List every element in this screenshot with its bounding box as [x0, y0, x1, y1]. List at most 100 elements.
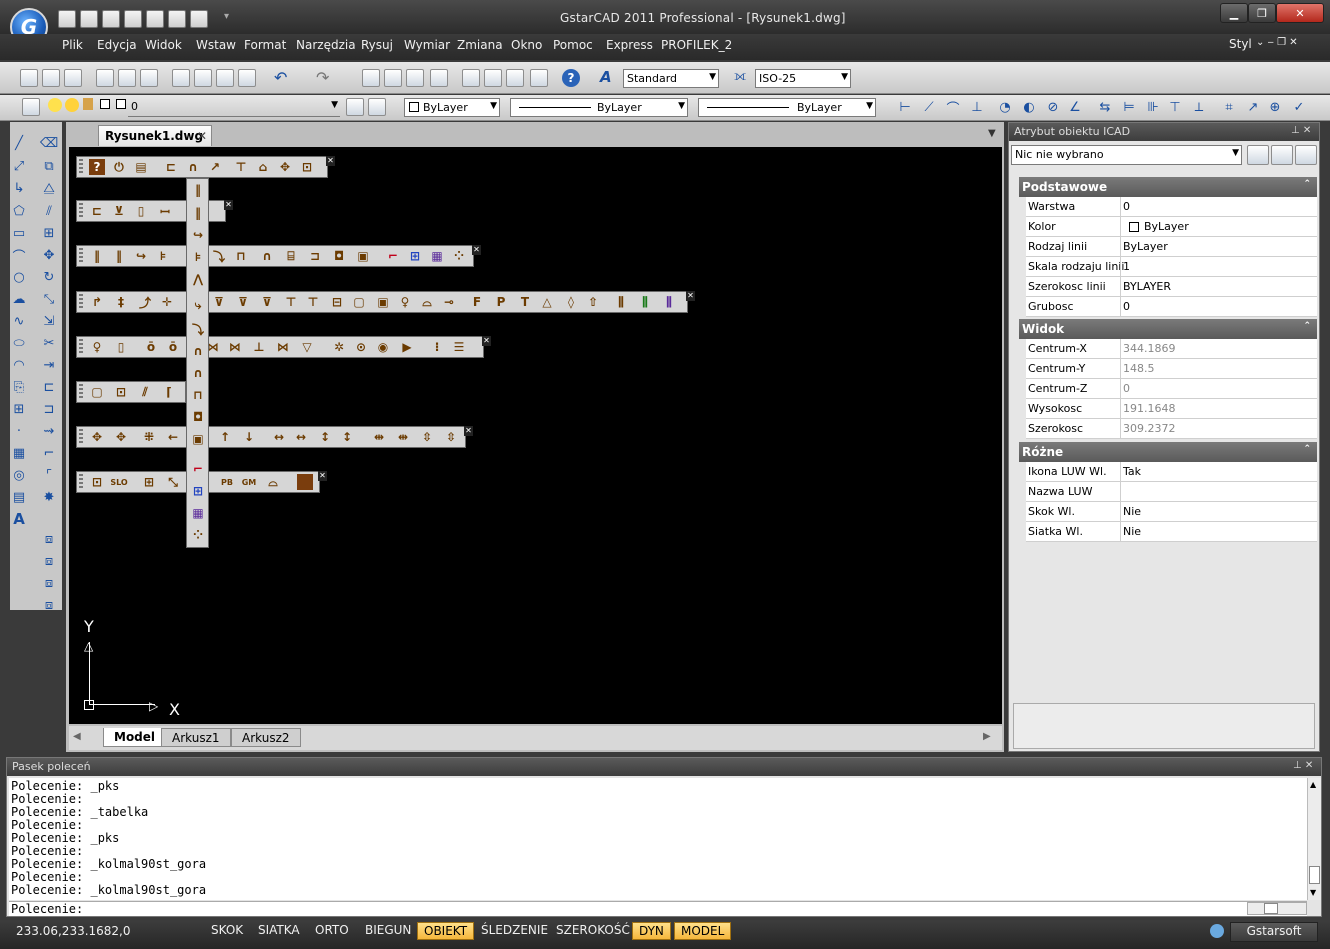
prop-row[interactable]: Grubosc 0: [1026, 297, 1317, 317]
grid-fitting-icon[interactable]: ▦: [190, 505, 206, 521]
nozzle-icon[interactable]: ⊸: [441, 294, 457, 310]
spline-icon[interactable]: ∿: [10, 312, 28, 330]
er-icon[interactable]: ◉: [375, 339, 391, 355]
branch-icon[interactable]: ⊧: [155, 248, 171, 264]
style-label[interactable]: Styl: [1229, 37, 1252, 51]
close-window-button[interactable]: ✕: [1276, 3, 1324, 23]
collapse-icon[interactable]: ⌃: [1303, 444, 1311, 454]
prop-row[interactable]: Siatka Wl. Nie: [1026, 522, 1317, 542]
menu-format[interactable]: Format: [244, 38, 286, 52]
prop-row[interactable]: Centrum-Y 148.5: [1026, 359, 1317, 379]
dome-icon[interactable]: ⌓: [265, 474, 281, 490]
print-icon[interactable]: [124, 10, 142, 28]
dim-jogged-icon[interactable]: ◐: [1020, 98, 1038, 116]
valve-5-icon[interactable]: ⊤: [305, 294, 321, 310]
prop-row[interactable]: Szerokosc 309.2372: [1026, 419, 1317, 439]
align-2-icon[interactable]: ⇹: [395, 429, 411, 445]
scale-arrow-icon[interactable]: ⤡: [165, 474, 181, 490]
slo-icon[interactable]: SLO: [110, 474, 127, 490]
blue-fitting-icon[interactable]: ⊞: [407, 248, 423, 264]
valve-4-icon[interactable]: ⊤: [283, 294, 299, 310]
tag-icon[interactable]: ▯: [113, 339, 129, 355]
frame-icon[interactable]: ⊡: [89, 474, 105, 490]
quick-dim-icon[interactable]: ⇆: [1096, 98, 1114, 116]
leader-icon[interactable]: ↗: [1244, 98, 1262, 116]
zoom-realtime-icon[interactable]: [384, 69, 402, 87]
dim-angular-icon[interactable]: ∠: [1066, 98, 1084, 116]
menu-express[interactable]: Express: [606, 38, 653, 52]
prop-row[interactable]: Szerokosc linii BYLAYER: [1026, 277, 1317, 297]
stretch-h2-icon[interactable]: ↔: [293, 429, 309, 445]
scroll-down-icon[interactable]: ▼: [1310, 888, 1316, 897]
tab-rysunek1[interactable]: Rysunek1.dwg ✕: [98, 125, 212, 146]
dim-aligned-icon[interactable]: ⟋: [920, 98, 938, 116]
menu-plik[interactable]: Plik: [62, 38, 83, 52]
arrow-left-icon[interactable]: ←: [165, 429, 181, 445]
scroll-left-icon[interactable]: ◀: [73, 731, 81, 742]
draw-order-front-icon[interactable]: ⧈: [40, 530, 58, 548]
table-icon[interactable]: ▤: [10, 488, 28, 506]
multiline-text-icon[interactable]: A: [10, 510, 28, 528]
pipe-icon[interactable]: ▯: [133, 203, 149, 219]
prop-row[interactable]: Warstwa 0: [1026, 197, 1317, 217]
scale-icon[interactable]: ⤡: [40, 290, 58, 308]
dim-break-icon[interactable]: ⟂: [1190, 98, 1208, 116]
stretch-v2-icon[interactable]: ↕: [339, 429, 355, 445]
red-fitting-icon[interactable]: ⌐: [385, 248, 401, 264]
section-rozne[interactable]: Różne ⌃: [1019, 442, 1317, 462]
duct-icon[interactable]: ‖: [89, 248, 105, 264]
dim-space-icon[interactable]: ⊤: [1166, 98, 1184, 116]
gauge-needle-icon[interactable]: ⊙: [353, 339, 369, 355]
transition-icon[interactable]: ⋀: [190, 271, 206, 287]
diamond-icon[interactable]: ◊: [563, 294, 579, 310]
offset-icon[interactable]: ⫽: [40, 202, 58, 220]
inspect-icon[interactable]: ✓: [1290, 98, 1308, 116]
select-objects-icon[interactable]: [1295, 145, 1317, 165]
duct-double-icon[interactable]: ‖: [111, 248, 127, 264]
circle-icon[interactable]: ○: [10, 268, 28, 286]
toggle-biegun[interactable]: BIEGUN: [365, 923, 411, 937]
menu-okno[interactable]: Okno: [511, 38, 542, 52]
pan-icon[interactable]: [362, 69, 380, 87]
fillet-icon[interactable]: ⌐: [40, 444, 58, 462]
layer-manager-icon[interactable]: [22, 98, 40, 116]
takeoff-icon[interactable]: ⊓: [190, 387, 206, 403]
pipe-support-icon[interactable]: ‡: [113, 294, 129, 310]
floating-toolbar-4[interactable]: ↱ ‡ ⤴ ✛ ⊽ ⊽ ⊽ ⊤ ⊤ ⊟ ▢ ▣ ♀ ⌓ ⊸ F P T △ ◊ …: [76, 291, 695, 313]
tank-icon[interactable]: ▢: [89, 384, 105, 400]
hatch-lines-icon[interactable]: ⫽: [137, 384, 153, 400]
prop-row[interactable]: Centrum-X 344.1869: [1026, 339, 1317, 359]
frame-icon[interactable]: ⊡: [299, 159, 315, 175]
close-icon[interactable]: ✕: [318, 471, 327, 481]
layer-on-icon[interactable]: [48, 98, 62, 112]
polygon-icon[interactable]: ⬠: [10, 202, 28, 220]
toggle-skok[interactable]: SKOK: [211, 923, 243, 937]
dim-radius-icon[interactable]: ◔: [996, 98, 1014, 116]
zoom-window-icon[interactable]: [406, 69, 424, 87]
floating-toolbar-3[interactable]: ‖ ‖ ↪ ⊧ ⤷ ⤵ ⊓ ∩ ⌸ ⊐ ◘ ▣ ⌐ ⊞ ▦ ⁘ ✕: [76, 245, 481, 267]
pb-icon[interactable]: PB: [219, 474, 235, 490]
tee-icon[interactable]: ⊤: [233, 159, 249, 175]
menu-wstaw[interactable]: Wstaw: [196, 38, 236, 52]
menu-rysuj[interactable]: Rysuj: [361, 38, 393, 52]
toggle-szerokosc[interactable]: SZEROKOŚĆ: [556, 923, 630, 937]
save-icon[interactable]: [102, 10, 120, 28]
floating-toolbar-1[interactable]: ? ⏻ ▤ ⊏ ∩ ↗ ⊤ ⌂ ✥ ⊡ ✕: [76, 156, 335, 178]
prop-row[interactable]: Wysokosc 191.1648: [1026, 399, 1317, 419]
move-cross-icon[interactable]: ✥: [89, 429, 105, 445]
bars-icon[interactable]: ⫼: [613, 294, 629, 310]
break-icon[interactable]: ⊏: [40, 378, 58, 396]
close-icon[interactable]: ✕: [686, 291, 695, 301]
valve-2-icon[interactable]: ⊽: [235, 294, 251, 310]
menu-profilek[interactable]: PROFILEK_2: [661, 38, 732, 52]
toggle-obiekt[interactable]: OBIEKT: [417, 922, 475, 940]
check-valve-icon[interactable]: ⋈: [227, 339, 243, 355]
play-icon[interactable]: ▶: [399, 339, 415, 355]
extend-icon[interactable]: ⇥: [40, 356, 58, 374]
polyline-icon[interactable]: ↳: [10, 179, 28, 197]
floating-toolbar-7[interactable]: ✥ ✥ ⁜ ← ↑ ↓ ↔ ↔ ↕ ↕ ⇹ ⇹ ⇳ ⇳ ✕: [76, 426, 473, 448]
valve-6-icon[interactable]: ⊟: [329, 294, 345, 310]
pin-icon[interactable]: ⊥ ✕: [1291, 125, 1311, 136]
cloud-icon[interactable]: ☁: [10, 290, 28, 308]
menu-widok[interactable]: Widok: [145, 38, 182, 52]
